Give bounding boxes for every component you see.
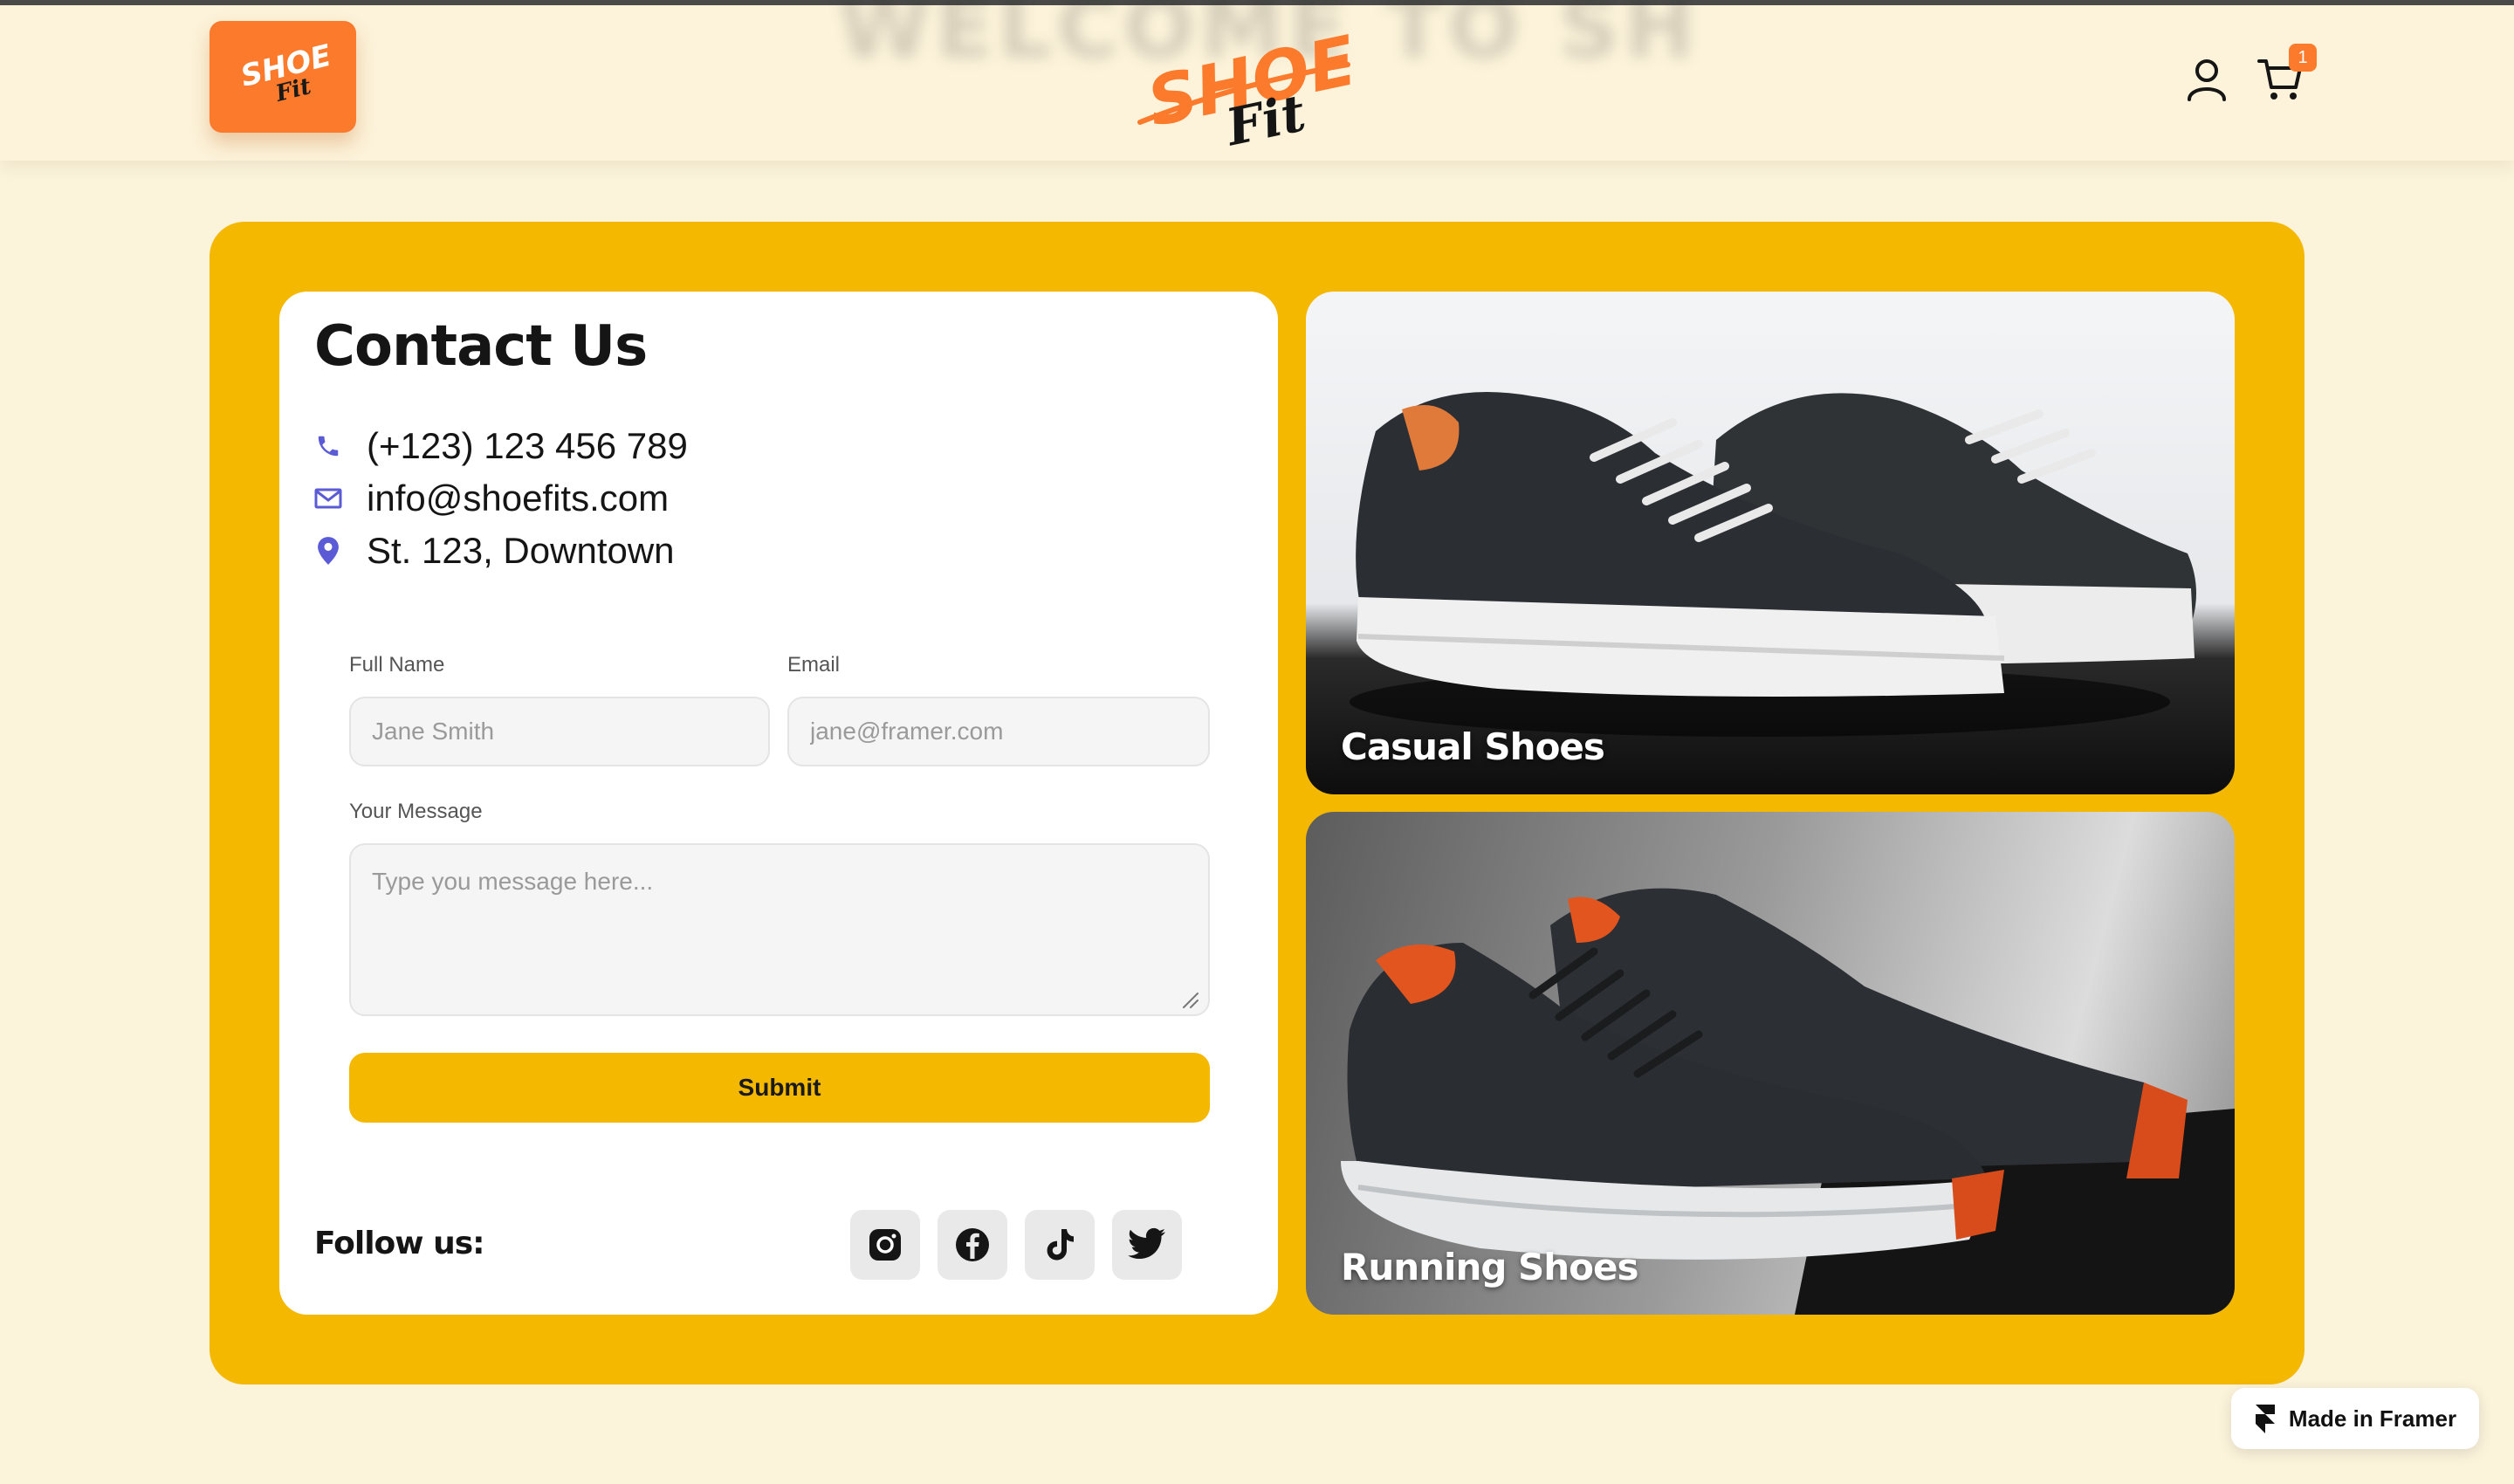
brand-logo-small: SHOE Fit (237, 42, 335, 107)
street-address: St. 123, Downtown (367, 530, 675, 571)
phone-icon (314, 432, 342, 460)
page-title: Contact Us (314, 314, 648, 379)
full-name-label: Full Name (349, 653, 445, 677)
phone-number: (+123) 123 456 789 (367, 425, 688, 466)
email-row: info@shoefits.com (314, 475, 669, 522)
contact-card: Contact Us (+123) 123 456 789 info@shoef… (279, 292, 1278, 1315)
address-row: St. 123, Downtown (314, 527, 675, 574)
phone-row: (+123) 123 456 789 (314, 423, 688, 470)
cart-count-badge: 1 (2289, 44, 2317, 72)
brand-logo-center[interactable]: SHOE Fit (1131, 31, 1358, 152)
twitter-icon[interactable] (1112, 1210, 1182, 1280)
textarea-resize-handle[interactable] (1178, 988, 1201, 1011)
running-shoes-card[interactable]: Running Shoes (1306, 812, 2235, 1315)
location-pin-icon (314, 537, 342, 565)
made-in-framer-label: Made in Framer (2288, 1405, 2457, 1432)
full-name-input[interactable] (349, 697, 770, 766)
casual-shoes-card[interactable]: Casual Shoes (1306, 292, 2235, 794)
user-icon[interactable] (2182, 54, 2231, 103)
contact-section: Contact Us (+123) 123 456 789 info@shoef… (210, 222, 2304, 1384)
casual-shoes-label: Casual Shoes (1341, 725, 1605, 768)
message-label: Your Message (349, 800, 483, 823)
facebook-icon[interactable] (938, 1210, 1007, 1280)
submit-button[interactable]: Submit (349, 1053, 1210, 1123)
made-in-framer-badge[interactable]: Made in Framer (2231, 1388, 2479, 1449)
running-shoes-label: Running Shoes (1341, 1246, 1639, 1288)
running-sneakers-image (1341, 888, 2235, 1315)
brand-logo-button[interactable]: SHOE Fit (210, 21, 356, 133)
site-header: WELCOME TO SHOE FIT SHOE Fit SHOE Fit 1 (0, 0, 2514, 161)
email-label: Email (787, 653, 841, 677)
email-input[interactable] (787, 697, 1210, 766)
message-textarea[interactable] (349, 843, 1210, 1016)
framer-logo-icon (2255, 1405, 2275, 1433)
tiktok-icon[interactable] (1025, 1210, 1095, 1280)
instagram-icon[interactable] (850, 1210, 920, 1280)
mail-icon (314, 484, 342, 512)
email-address: info@shoefits.com (367, 477, 670, 519)
follow-us-label: Follow us: (314, 1226, 485, 1261)
casual-sneakers-image (1350, 392, 2196, 737)
